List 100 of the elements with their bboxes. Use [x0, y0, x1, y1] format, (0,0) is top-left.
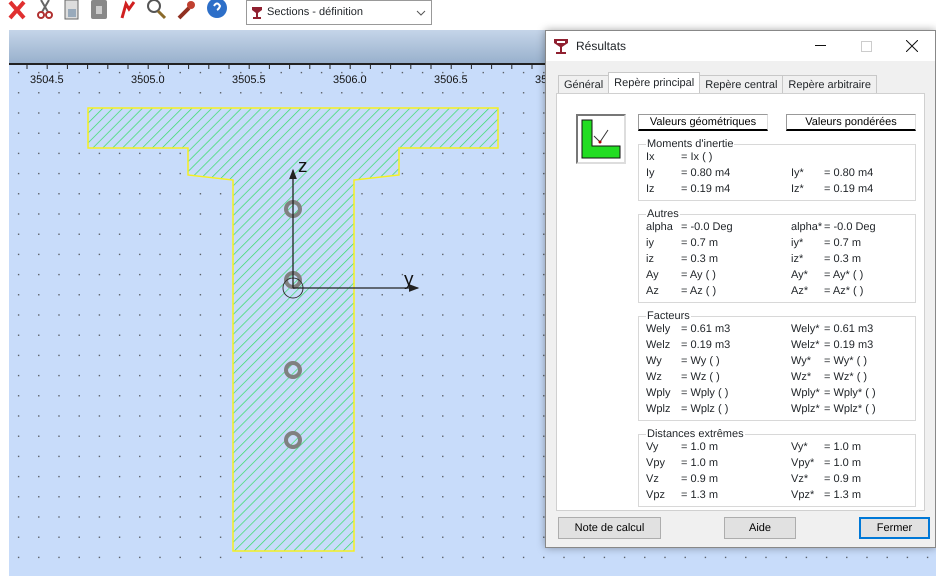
ruler-label: 3506.5	[434, 74, 468, 86]
property-label: Vy	[646, 440, 660, 454]
property-label: Vpy*	[791, 456, 816, 470]
dialog-button[interactable]: Fermer	[859, 517, 930, 539]
property-label: Wplz	[646, 402, 672, 416]
tab[interactable]: Repère central	[699, 75, 784, 93]
goblet-icon	[554, 38, 568, 54]
group-title: Facteurs	[646, 310, 691, 323]
property-value: = 0.7 m	[824, 236, 862, 250]
search-icon[interactable]	[146, 0, 166, 20]
property-label: Iz	[646, 182, 656, 196]
property-label: Ay*	[791, 268, 809, 282]
property-value: = 0.9 m	[681, 472, 719, 486]
property-value: = Wz* ( )	[824, 370, 868, 384]
property-value: = 0.3 m	[681, 252, 719, 266]
document-icon[interactable]	[64, 0, 80, 20]
property-value: = 0.19 m4	[824, 182, 874, 196]
help-icon[interactable]	[206, 0, 228, 20]
property-label: alpha*	[791, 220, 824, 234]
property-label: Vz	[646, 472, 660, 486]
tab[interactable]: Repère arbitraire	[782, 75, 877, 93]
property-value: = Wy ( )	[681, 354, 721, 368]
property-value: = 0.9 m	[824, 472, 862, 486]
property-label: iz	[646, 252, 655, 266]
property-value: = 1.0 m	[824, 456, 862, 470]
tab[interactable]: Repère principal	[608, 72, 700, 93]
property-label: Welz*	[791, 338, 821, 352]
property-value: = 0.19 m3	[824, 338, 874, 352]
goblet-icon	[252, 6, 262, 18]
property-label: Iy*	[791, 166, 805, 180]
property-value: = 0.61 m3	[824, 322, 874, 336]
group-title: Moments d'inertie	[646, 138, 734, 151]
property-value: = 1.0 m	[681, 456, 719, 470]
property-value: = Ay ( )	[681, 268, 717, 282]
property-value: = Ay* ( )	[824, 268, 864, 282]
tab[interactable]: Général	[558, 75, 610, 93]
dialog-button[interactable]: Note de calcul	[558, 517, 661, 539]
values-tab[interactable]: Valeurs géométriques	[638, 114, 768, 131]
property-value: = 1.0 m	[681, 440, 719, 454]
property-value: = Az ( )	[681, 284, 718, 298]
property-label: Ix	[646, 150, 656, 164]
property-label: Wply	[646, 386, 672, 400]
scissors-icon[interactable]	[36, 0, 54, 20]
property-label: Wz	[646, 370, 663, 384]
property-value: = Wplz* ( )	[824, 402, 877, 416]
ruler-label: 3504.5	[30, 74, 64, 86]
property-value: = Wplz ( )	[681, 402, 730, 416]
property-label: Vz*	[791, 472, 810, 486]
property-label: Wely*	[791, 322, 821, 336]
ring-icon	[284, 431, 302, 449]
property-value: = -0.0 Deg	[681, 220, 734, 234]
group-title: Distances extrêmes	[646, 428, 745, 441]
property-value: = Wply ( )	[681, 386, 730, 400]
property-label: alpha	[646, 220, 674, 234]
property-label: Iy	[646, 166, 656, 180]
property-label: Vpz*	[791, 488, 816, 502]
property-label: iy*	[791, 236, 804, 250]
property-value: = 0.80 m4	[824, 166, 874, 180]
property-label: Wy	[646, 354, 663, 368]
section-dropdown[interactable]: Sections - définition	[246, 0, 432, 25]
property-value: = 0.19 m4	[681, 182, 732, 196]
property-value: = 1.0 m	[824, 440, 862, 454]
property-value: = 0.19 m3	[681, 338, 732, 352]
axis-label: z	[298, 156, 308, 177]
property-label: iz*	[791, 252, 804, 266]
property-label: Wz*	[791, 370, 812, 384]
delete-icon[interactable]	[8, 0, 26, 20]
property-label: Az	[646, 284, 660, 298]
ring-icon	[284, 361, 302, 379]
property-value: = 0.7 m	[681, 236, 719, 250]
minimize-icon	[814, 45, 826, 47]
values-tab[interactable]: Valeurs pondérées	[786, 114, 916, 131]
property-label: Wply*	[791, 386, 821, 400]
dialog-title: Résultats	[576, 38, 626, 55]
ruler-label: 3505.5	[232, 74, 266, 86]
property-label: Vpy	[646, 456, 666, 470]
property-value: = 0.80 m4	[681, 166, 732, 180]
property-value: = Wy* ( )	[824, 354, 868, 368]
property-value: = Wply* ( )	[824, 386, 877, 400]
property-label: Iz*	[791, 182, 805, 196]
property-value: = 1.3 m	[681, 488, 719, 502]
property-label: Vpz	[646, 488, 666, 502]
property-label: Az*	[791, 284, 810, 298]
axis-label: y	[404, 269, 414, 290]
ruler-label: 3505.0	[131, 74, 165, 86]
property-value: = 0.61 m3	[681, 322, 732, 336]
property-label: Wy*	[791, 354, 812, 368]
property-label: Wplz*	[791, 402, 821, 416]
property-label: Vy*	[791, 440, 809, 454]
property-value: = Wz ( )	[681, 370, 721, 384]
dialog-button[interactable]: Aide	[724, 517, 796, 539]
property-label: Ay	[646, 268, 660, 282]
close-icon	[906, 40, 918, 52]
ring-icon	[284, 200, 302, 218]
ring-icon	[284, 271, 302, 289]
property-label: Welz	[646, 338, 672, 352]
origin-circle	[282, 278, 304, 298]
property-value: = 0.3 m	[824, 252, 862, 266]
property-value: = Az* ( )	[824, 284, 864, 298]
property-value: = -0.0 Deg	[824, 220, 877, 234]
